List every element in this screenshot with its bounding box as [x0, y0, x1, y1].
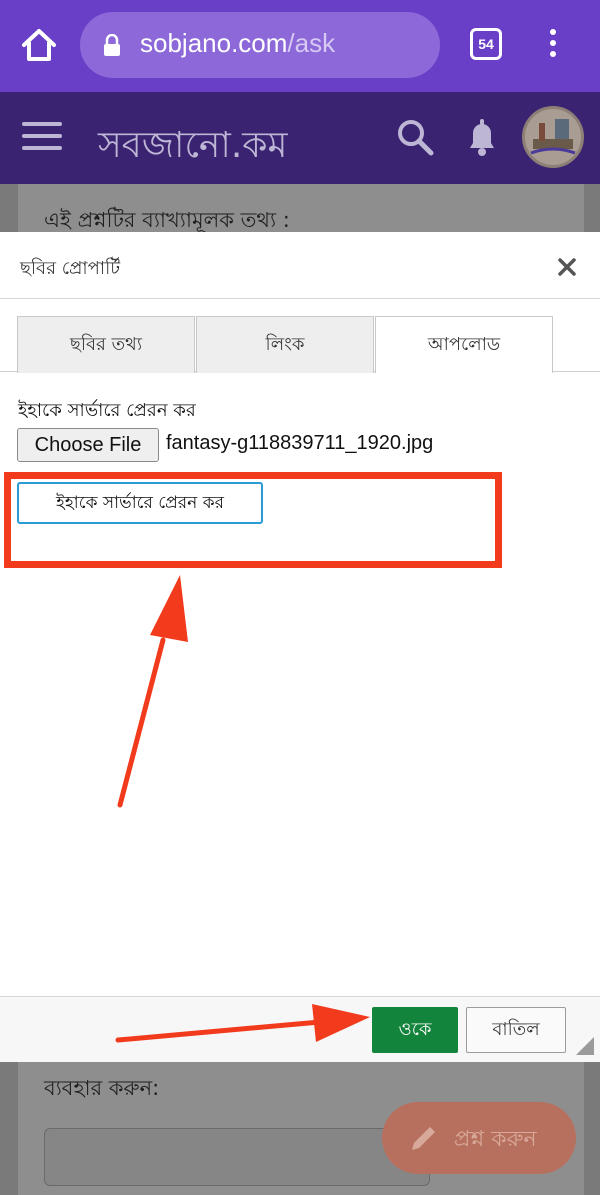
home-icon[interactable] — [18, 24, 60, 66]
close-icon[interactable] — [554, 254, 580, 280]
site-title[interactable]: সবজানো.কম — [98, 118, 287, 178]
tab-image-info[interactable]: ছবির তথ্য — [17, 316, 195, 373]
more-menu-icon[interactable] — [540, 26, 566, 64]
cancel-button[interactable]: বাতিল — [466, 1007, 566, 1053]
tab-switcher-button[interactable]: 54 — [470, 28, 502, 60]
url-domain: sobjano.com — [140, 28, 288, 58]
site-header: সবজানো.কম — [0, 92, 600, 184]
search-icon[interactable] — [394, 116, 436, 158]
lock-icon — [102, 33, 122, 56]
dialog-title: ছবির প্রোপার্টি — [20, 258, 121, 279]
use-input[interactable] — [44, 1128, 430, 1186]
dialog-footer: ওকে বাতিল — [0, 996, 600, 1062]
annotation-highlight-box — [4, 472, 502, 568]
avatar[interactable] — [522, 106, 584, 168]
ask-question-label: প্রশ্ন করুন — [454, 1127, 537, 1152]
image-properties-dialog: ছবির প্রোপার্টি ছবির তথ্য লিংক আপলোড ইহা… — [0, 232, 600, 1062]
ok-button[interactable]: ওকে — [372, 1007, 458, 1053]
pencil-icon — [408, 1122, 440, 1154]
use-label: ব্যবহার করুন: — [44, 1076, 160, 1100]
ask-question-button[interactable]: প্রশ্ন করুন — [382, 1102, 576, 1174]
bell-icon[interactable] — [462, 116, 502, 158]
resize-handle-icon[interactable] — [576, 1037, 594, 1055]
selected-file-name: fantasy-g118839711_1920.jpg — [166, 432, 434, 454]
url-text: sobjano.com/ask — [140, 28, 335, 59]
browser-toolbar: sobjano.com/ask 54 — [0, 0, 600, 92]
tab-link[interactable]: লিংক — [196, 316, 374, 373]
address-bar[interactable]: sobjano.com/ask — [80, 12, 440, 78]
upload-field-label: ইহাকে সার্ভারে প্রেরন কর — [18, 400, 196, 421]
hamburger-menu-icon[interactable] — [22, 122, 62, 150]
choose-file-button[interactable]: Choose File — [17, 428, 159, 462]
dialog-divider — [0, 298, 600, 299]
tab-upload[interactable]: আপলোড — [375, 316, 553, 373]
dialog-tabs: ছবির তথ্য লিংক আপলোড — [0, 316, 600, 373]
url-path: /ask — [287, 28, 336, 58]
